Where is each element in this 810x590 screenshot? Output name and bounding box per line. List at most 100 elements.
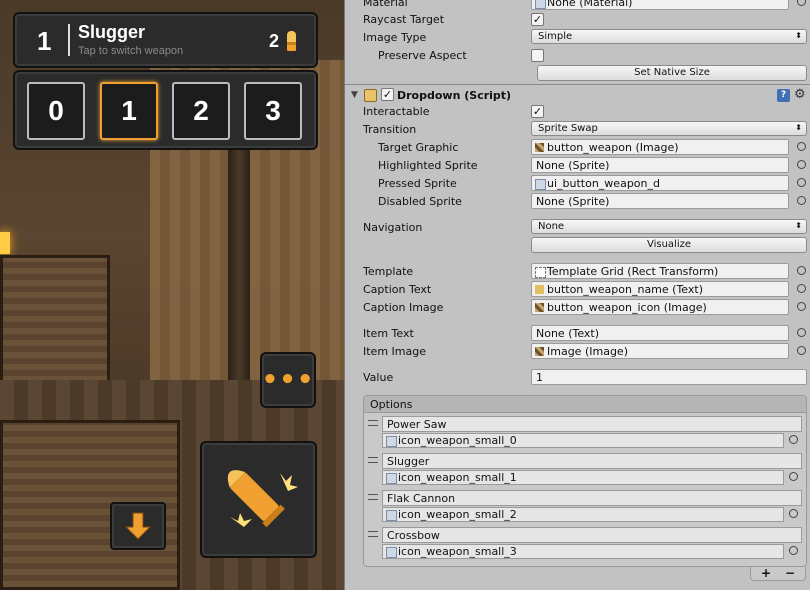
object-picker-icon[interactable] (797, 178, 806, 187)
disabled-sprite-label: Disabled Sprite (378, 195, 462, 208)
options-label: Options (370, 398, 413, 411)
pressed-sprite-row: Pressed Sprite ui_button_weapon_d (345, 175, 810, 193)
template-row: Template Template Grid (Rect Transform) (345, 263, 810, 281)
value-label: Value (363, 371, 394, 384)
scene-lamp (0, 232, 10, 254)
option-image-field[interactable]: icon_weapon_small_1 (382, 470, 784, 485)
gear-icon[interactable]: ⚙ (794, 87, 806, 102)
component-title: Dropdown (Script) (397, 89, 512, 102)
object-picker-icon[interactable] (789, 509, 798, 518)
object-picker-icon[interactable] (797, 196, 806, 205)
navigation-value: None (538, 221, 565, 232)
switch-weapon-hint: Tap to switch weapon (78, 45, 184, 57)
script-icon (364, 89, 377, 102)
weapon-slot-0[interactable]: 0 (27, 82, 85, 140)
target-graphic-field[interactable]: button_weapon (Image) (531, 139, 789, 155)
disabled-sprite-row: Disabled Sprite None (Sprite) (345, 193, 810, 211)
option-image-field[interactable]: icon_weapon_small_3 (382, 544, 784, 559)
remove-option-button[interactable]: − (785, 566, 795, 580)
navigation-label: Navigation (363, 221, 423, 234)
interactable-checkbox[interactable]: ✓ (531, 105, 544, 118)
item-image-row: Item Image Image (Image) (345, 343, 810, 361)
drag-handle-icon[interactable] (368, 531, 378, 537)
object-picker-icon[interactable] (797, 302, 806, 311)
drag-handle-icon[interactable] (368, 494, 378, 500)
option-item: Flak Cannon icon_weapon_small_2 (364, 490, 808, 526)
raycast-checkbox[interactable]: ✓ (531, 13, 544, 26)
inspector-panel: Material None (Material) Raycast Target … (344, 0, 810, 590)
options-footer: + − (750, 566, 806, 581)
transition-label: Transition (363, 123, 417, 136)
dropdown-component-header[interactable]: ▼ ✓ Dropdown (Script) ? ⚙ (345, 84, 810, 104)
set-native-size-button[interactable]: Set Native Size (537, 65, 807, 81)
fire-button[interactable] (200, 441, 317, 558)
object-picker-icon[interactable] (797, 284, 806, 293)
image-type-row: Image Type Simple ⬍ (345, 29, 810, 47)
divider (68, 24, 70, 56)
item-image-label: Item Image (363, 345, 426, 358)
help-icon[interactable]: ? (777, 89, 790, 102)
template-field[interactable]: Template Grid (Rect Transform) (531, 263, 789, 279)
component-enabled-checkbox[interactable]: ✓ (381, 88, 394, 101)
options-header: Options (364, 396, 806, 413)
caption-image-field[interactable]: button_weapon_icon (Image) (531, 299, 789, 315)
object-picker-icon[interactable] (797, 346, 806, 355)
object-picker-icon[interactable] (797, 266, 806, 275)
game-view: 1 Slugger Tap to switch weapon 2 0 1 2 3… (0, 0, 344, 590)
visualize-row: Visualize (345, 237, 810, 255)
pressed-sprite-label: Pressed Sprite (378, 177, 457, 190)
option-text-field[interactable]: Slugger (382, 453, 802, 469)
material-field[interactable]: None (Material) (531, 0, 789, 10)
value-field[interactable]: 1 (531, 369, 807, 385)
item-text-field[interactable]: None (Text) (531, 325, 789, 341)
preserve-aspect-label: Preserve Aspect (378, 49, 467, 62)
weapon-slot-3[interactable]: 3 (244, 82, 302, 140)
drag-handle-icon[interactable] (368, 457, 378, 463)
disabled-sprite-field[interactable]: None (Sprite) (531, 193, 789, 209)
option-text-field[interactable]: Crossbow (382, 527, 802, 543)
pressed-sprite-field[interactable]: ui_button_weapon_d (531, 175, 789, 191)
highlighted-sprite-label: Highlighted Sprite (378, 159, 478, 172)
object-picker-icon[interactable] (797, 328, 806, 337)
option-image-field[interactable]: icon_weapon_small_0 (382, 433, 784, 448)
interactable-row: Interactable ✓ (345, 103, 810, 121)
bullet-icon (287, 31, 296, 51)
option-text-field[interactable]: Flak Cannon (382, 490, 802, 506)
object-picker-icon[interactable] (797, 142, 806, 151)
more-button[interactable]: ••• (260, 352, 316, 408)
drop-weapon-button[interactable] (110, 502, 166, 550)
dropdown-arrow-icon: ⬍ (795, 123, 802, 132)
visualize-button[interactable]: Visualize (531, 237, 807, 253)
material-label: Material (363, 0, 408, 9)
weapon-header-panel[interactable]: 1 Slugger Tap to switch weapon 2 (13, 12, 318, 68)
option-item: Crossbow icon_weapon_small_3 (364, 527, 808, 563)
weapon-slot-1[interactable]: 1 (100, 82, 158, 140)
option-image-field[interactable]: icon_weapon_small_2 (382, 507, 784, 522)
item-text-label: Item Text (363, 327, 414, 340)
scene-crate (0, 255, 110, 385)
object-picker-icon[interactable] (789, 435, 798, 444)
object-picker-icon[interactable] (789, 472, 798, 481)
object-picker-icon[interactable] (797, 0, 806, 6)
item-image-field[interactable]: Image (Image) (531, 343, 789, 359)
transition-dropdown[interactable]: Sprite Swap ⬍ (531, 121, 807, 136)
ammo-count: 2 (269, 31, 280, 51)
object-picker-icon[interactable] (797, 160, 806, 169)
drag-handle-icon[interactable] (368, 420, 378, 426)
item-text-row: Item Text None (Text) (345, 325, 810, 343)
caption-text-field[interactable]: button_weapon_name (Text) (531, 281, 789, 297)
foldout-arrow-icon[interactable]: ▼ (351, 90, 358, 100)
bullet-fire-icon (227, 470, 298, 528)
object-picker-icon[interactable] (789, 546, 798, 555)
preserve-aspect-checkbox[interactable] (531, 49, 544, 62)
option-text-field[interactable]: Power Saw (382, 416, 802, 432)
add-option-button[interactable]: + (761, 566, 771, 580)
dropdown-arrow-icon: ⬍ (795, 31, 802, 40)
highlighted-sprite-field[interactable]: None (Sprite) (531, 157, 789, 173)
navigation-dropdown[interactable]: None ⬍ (531, 219, 807, 234)
image-type-dropdown[interactable]: Simple ⬍ (531, 29, 807, 44)
caption-text-label: Caption Text (363, 283, 432, 296)
weapon-slot-2[interactable]: 2 (172, 82, 230, 140)
preserve-aspect-row: Preserve Aspect (345, 47, 810, 65)
highlighted-sprite-row: Highlighted Sprite None (Sprite) (345, 157, 810, 175)
